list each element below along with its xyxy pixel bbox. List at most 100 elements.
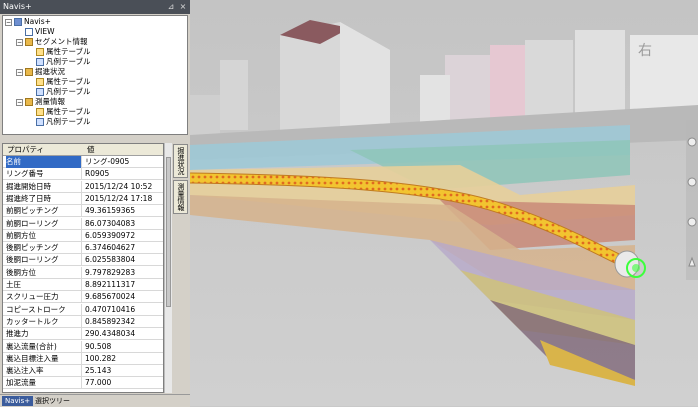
tree-item-attr-table[interactable]: 属性テーブル [36, 47, 91, 57]
property-name: 土圧 [6, 279, 82, 291]
close-icon[interactable]: × [178, 0, 188, 14]
expand-toggle[interactable]: − [16, 69, 23, 76]
table-row[interactable]: 土圧 8.892111317 [3, 279, 163, 291]
scroll-thumb[interactable] [166, 157, 171, 307]
table-row[interactable]: スクリュー圧力 9.685670024 [3, 291, 163, 304]
pin-icon[interactable]: ⊿ [166, 0, 176, 14]
table-row[interactable]: 推進力 290.4348034 [3, 328, 163, 341]
property-value: 2015/12/24 17:18 [85, 193, 153, 203]
property-name: 名前 [6, 156, 82, 168]
table-row[interactable]: 名前 リング-0905 [3, 156, 163, 168]
navigation-toolbar [686, 120, 698, 280]
orbit-icon[interactable] [687, 137, 697, 147]
pan-icon[interactable] [687, 177, 697, 187]
property-value: リング-0905 [85, 157, 130, 166]
property-name: スクリュー圧力 [6, 291, 82, 304]
table-row[interactable]: 前胴ピッチング 49.36159365 [3, 205, 163, 218]
property-grid: プロパティ 値 名前 リング-0905 リング番号 R0905 掘進開始日時 2015/1… [2, 143, 164, 393]
folder-icon [25, 38, 33, 46]
property-value: 100.282 [85, 353, 117, 363]
property-value: 49.36159365 [85, 206, 136, 216]
zoom-icon[interactable] [687, 217, 697, 227]
property-name: 推進力 [6, 328, 82, 341]
property-name: 裏込目標注入量 [6, 352, 82, 365]
header-value[interactable]: 値 [87, 144, 95, 155]
property-value: 6.374604627 [85, 243, 136, 253]
table-row[interactable]: 加泥流量 77.000 [3, 377, 163, 390]
legend-icon [36, 58, 44, 66]
tab-survey[interactable]: 測量情報 [173, 180, 188, 214]
layer-tree: − Navis+ VIEW − セグメント情報 属性テーブル 凡例テーブル − … [2, 15, 188, 135]
property-name: 前胴ピッチング [6, 205, 82, 218]
tree-item-attr-table[interactable]: 属性テーブル [36, 107, 91, 117]
navis-icon [14, 18, 22, 26]
tab-navis[interactable]: Navis+ [2, 396, 34, 406]
property-value: 86.07304083 [85, 218, 136, 228]
tab-excavation[interactable]: 掘進状況 [173, 144, 188, 178]
tree-item-attr-table[interactable]: 属性テーブル [36, 77, 91, 87]
property-value: 25.143 [85, 366, 112, 376]
property-value: 290.4348034 [85, 329, 136, 339]
property-value: 77.000 [85, 378, 112, 388]
table-row[interactable]: 裏込流量(合計) 90.508 [3, 340, 163, 353]
panel-title: Navis+ [3, 2, 32, 11]
tree-root[interactable]: Navis+ [14, 17, 51, 27]
bottom-tabs: Navis+ 選択ツリー [0, 394, 190, 407]
view-icon [25, 28, 33, 36]
panel-titlebar: Navis+ ⊿ × [0, 0, 190, 14]
property-name: コピーストローク [6, 303, 82, 316]
property-name: 裏込流量(合計) [6, 340, 82, 353]
table-icon [36, 108, 44, 116]
property-name: 裏込注入率 [6, 365, 82, 378]
tab-selection-tree[interactable]: 選択ツリー [32, 396, 73, 406]
property-value: 6.025583804 [85, 255, 136, 265]
table-row[interactable]: カッタートルク 0.845892342 [3, 315, 163, 328]
table-row[interactable]: 後胴ピッチング 6.374604627 [3, 242, 163, 255]
property-value: 0.845892342 [85, 316, 136, 326]
expand-toggle[interactable]: − [16, 99, 23, 106]
expand-toggle[interactable]: − [5, 19, 12, 26]
grid-scrollbar[interactable] [164, 143, 172, 393]
table-row[interactable]: リング番号 R0905 [3, 168, 163, 181]
tree-item-survey[interactable]: 測量情報 [25, 97, 65, 107]
tree-item-legend-table[interactable]: 凡例テーブル [36, 117, 91, 127]
property-name: 後胴ローリング [6, 254, 82, 267]
3d-viewport[interactable]: 右 [190, 0, 698, 406]
tree-item-view[interactable]: VIEW [25, 27, 55, 37]
property-name: カッタートルク [6, 315, 82, 328]
tree-item-legend-table[interactable]: 凡例テーブル [36, 87, 91, 97]
property-value: 0.470710416 [85, 304, 136, 314]
property-value: 9.797829283 [85, 267, 136, 277]
table-row[interactable]: 裏込注入率 25.143 [3, 365, 163, 378]
legend-icon [36, 118, 44, 126]
table-row[interactable]: 裏込目標注入量 100.282 [3, 352, 163, 365]
table-row[interactable]: 前胴方位 6.059390972 [3, 229, 163, 242]
table-row[interactable]: 掘進開始日時 2015/12/24 10:52 [3, 180, 163, 193]
table-row[interactable]: コピーストローク 0.470710416 [3, 303, 163, 316]
table-row[interactable]: 掘進終了日時 2015/12/24 17:18 [3, 192, 163, 205]
property-name: リング番号 [6, 168, 82, 181]
table-row[interactable]: 後胴方位 9.797829283 [3, 266, 163, 279]
property-name: 前胴ローリング [6, 217, 82, 230]
sign-text: 右 [638, 43, 652, 59]
table-icon [36, 78, 44, 86]
left-panel: Navis+ ⊿ × − Navis+ VIEW − セグメント情報 属性テーブ… [0, 0, 190, 407]
header-property[interactable]: プロパティ [7, 144, 44, 155]
tree-item-segment[interactable]: セグメント情報 [25, 37, 88, 47]
property-value: 2015/12/24 10:52 [85, 181, 153, 191]
tree-item-excavation[interactable]: 掘進状況 [25, 67, 65, 77]
table-icon [36, 48, 44, 56]
property-name: 後胴ピッチング [6, 242, 82, 255]
property-value: 8.892111317 [85, 280, 136, 289]
grid-header: プロパティ 値 [3, 144, 163, 156]
expand-toggle[interactable]: − [16, 39, 23, 46]
tree-item-legend-table[interactable]: 凡例テーブル [36, 57, 91, 67]
table-row[interactable]: 後胴ローリング 6.025583804 [3, 254, 163, 267]
folder-icon [25, 68, 33, 76]
property-name: 前胴方位 [6, 229, 82, 242]
folder-icon [25, 98, 33, 106]
property-value: 9.685670024 [85, 292, 136, 302]
3d-scene: 右 [190, 0, 698, 406]
table-row[interactable]: 前胴ローリング 86.07304083 [3, 217, 163, 230]
property-value: 90.508 [85, 341, 112, 351]
